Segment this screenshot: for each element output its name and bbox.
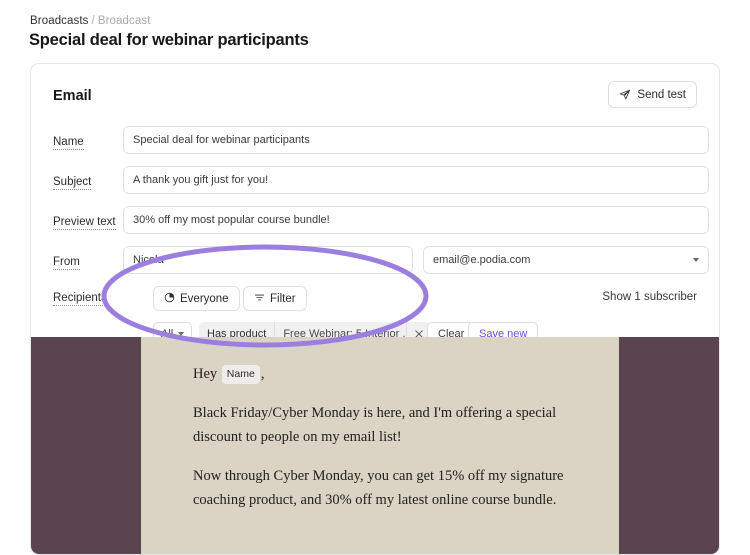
paper-plane-icon — [619, 89, 631, 101]
email-paragraph-1: Black Friday/Cyber Monday is here, and I… — [193, 405, 557, 445]
email-preview-frame: Hey Name, Black Friday/Cyber Monday is h… — [31, 337, 719, 554]
chevron-down-icon — [693, 258, 699, 262]
breadcrumb-separator: / — [91, 15, 95, 27]
form-row-preview-text: Preview text 30% off my most popular cou… — [31, 206, 719, 240]
card-header: Email Send test — [31, 64, 719, 126]
email-preview-canvas[interactable]: Hey Name, Black Friday/Cyber Monday is h… — [141, 337, 619, 554]
chevron-down-icon — [178, 331, 185, 336]
greeting-suffix: , — [260, 366, 265, 382]
page-title: Special deal for webinar participants — [29, 31, 309, 49]
subject-input[interactable]: A thank you gift just for you! — [123, 166, 709, 194]
email-greeting: Hey Name, — [193, 363, 581, 386]
name-label: Name — [53, 136, 84, 150]
everyone-label: Everyone — [180, 292, 229, 305]
form-row-name: Name Special deal for webinar participan… — [31, 126, 719, 160]
breadcrumb: Broadcasts / Broadcast — [30, 15, 151, 27]
filter-button[interactable]: Filter — [243, 286, 307, 311]
card-title: Email — [53, 88, 92, 104]
email-form: Name Special deal for webinar participan… — [31, 126, 719, 356]
recipients-label: Recipients — [53, 292, 107, 306]
name-input[interactable]: Special deal for webinar participants — [123, 126, 709, 154]
email-paragraph-2: Now through Cyber Monday, you can get 15… — [193, 468, 564, 508]
greeting-prefix: Hey — [193, 366, 218, 382]
email-body-content: Hey Name, Black Friday/Cyber Monday is h… — [193, 363, 581, 528]
preview-text-label: Preview text — [53, 216, 116, 230]
breadcrumb-current: Broadcast — [97, 15, 151, 27]
send-test-label: Send test — [637, 88, 686, 101]
breadcrumb-broadcasts[interactable]: Broadcasts — [30, 15, 89, 27]
from-email-value: email@e.podia.com — [433, 254, 531, 266]
merge-tag-name[interactable]: Name — [221, 365, 260, 384]
app-root: Broadcasts / Broadcast Special deal for we… — [0, 0, 750, 555]
filter-lines-icon — [254, 292, 265, 306]
form-row-subject: Subject A thank you gift just for you! — [31, 166, 719, 200]
preview-text-input[interactable]: 30% off my most popular course bundle! — [123, 206, 709, 234]
subject-label: Subject — [53, 176, 92, 190]
from-label: From — [53, 256, 80, 270]
filter-label: Filter — [270, 292, 296, 305]
everyone-button[interactable]: Everyone — [153, 286, 240, 311]
form-row-from: From Nicola email@e.podia.com — [31, 246, 719, 280]
send-test-button[interactable]: Send test — [608, 81, 697, 108]
from-sender-name-input[interactable]: Nicola — [123, 246, 413, 274]
form-row-recipients: Recipients Everyone Filter Show 1 subscr… — [31, 286, 719, 316]
show-subscribers-link[interactable]: Show 1 subscriber — [602, 291, 697, 303]
email-card: Email Send test Name Special deal for we… — [30, 63, 720, 555]
from-email-select[interactable]: email@e.podia.com — [423, 246, 709, 274]
pie-chart-icon — [164, 292, 175, 306]
